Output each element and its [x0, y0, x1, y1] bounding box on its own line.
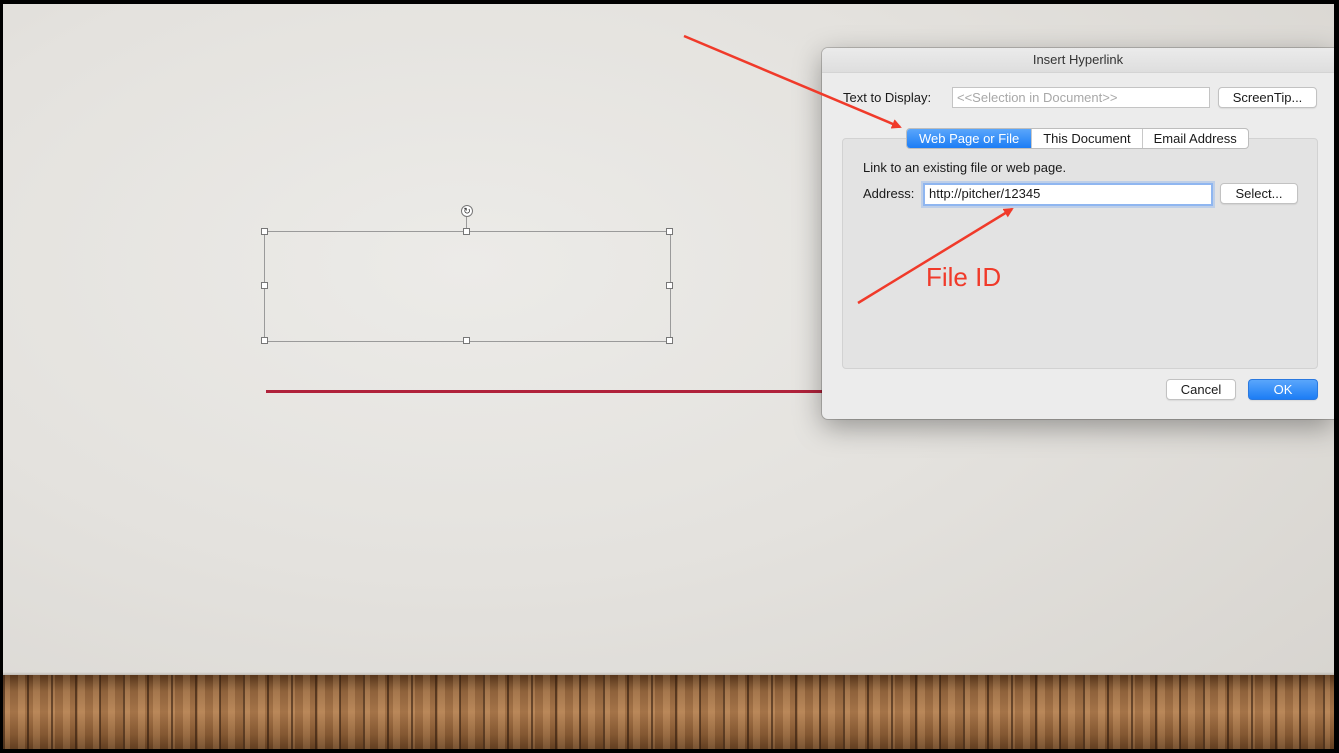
resize-handle-middle-right[interactable]: [666, 282, 673, 289]
panel-description: Link to an existing file or web page.: [863, 160, 1067, 175]
screentip-button[interactable]: ScreenTip...: [1218, 87, 1317, 108]
tab-this-document[interactable]: This Document: [1032, 129, 1143, 148]
resize-handle-bottom-right[interactable]: [666, 337, 673, 344]
resize-handle-top-left[interactable]: [261, 228, 268, 235]
slide-accent-line: [266, 390, 826, 393]
address-label: Address:: [863, 186, 915, 201]
selected-text-box[interactable]: [264, 231, 671, 342]
resize-handle-top-center[interactable]: [463, 228, 470, 235]
resize-handle-bottom-left[interactable]: [261, 337, 268, 344]
text-to-display-input[interactable]: <<Selection in Document>>: [952, 87, 1210, 108]
address-input[interactable]: http://pitcher/12345: [923, 183, 1213, 206]
tab-email-address[interactable]: Email Address: [1143, 129, 1248, 148]
resize-handle-top-right[interactable]: [666, 228, 673, 235]
tab-web-page-or-file[interactable]: Web Page or File: [907, 129, 1033, 148]
select-button[interactable]: Select...: [1220, 183, 1298, 204]
link-type-tabs: Web Page or File This Document Email Add…: [906, 128, 1249, 149]
rotate-icon[interactable]: ↻: [461, 205, 473, 217]
ok-button[interactable]: OK: [1248, 379, 1318, 400]
file-id-annotation-label: File ID: [926, 262, 1002, 292]
insert-hyperlink-dialog: Insert Hyperlink Text to Display: <<Sele…: [822, 48, 1334, 419]
text-to-display-label: Text to Display:: [843, 90, 932, 105]
resize-handle-middle-left[interactable]: [261, 282, 268, 289]
cancel-button[interactable]: Cancel: [1166, 379, 1236, 400]
wooden-floor-background: [3, 675, 1334, 749]
dialog-title: Insert Hyperlink: [822, 48, 1334, 73]
resize-handle-bottom-center[interactable]: [463, 337, 470, 344]
